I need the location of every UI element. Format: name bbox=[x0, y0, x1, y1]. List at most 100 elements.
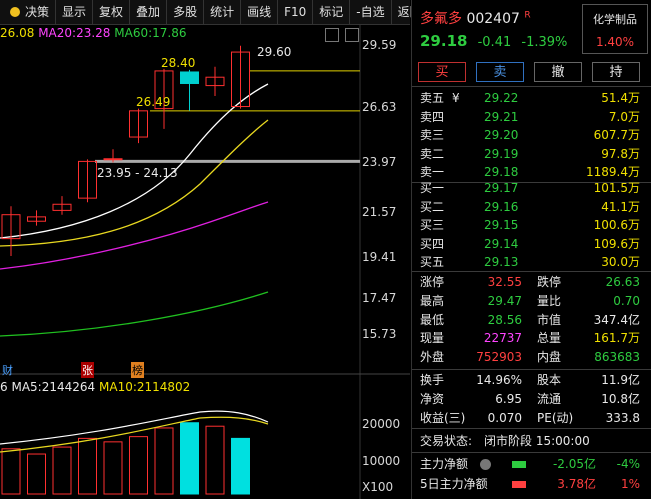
bid-label: 买二 bbox=[420, 199, 445, 214]
toolbar-f10[interactable]: F10 bbox=[278, 0, 314, 24]
volume-bar bbox=[1, 448, 21, 495]
stat-value: 6.95 bbox=[495, 391, 522, 406]
flow-label: 主力净额 bbox=[420, 457, 469, 471]
cancel-button[interactable]: 撤 bbox=[534, 62, 582, 82]
toolbar-multi-stock[interactable]: 多股 bbox=[167, 0, 205, 24]
ranking-marker[interactable]: 榜 bbox=[131, 362, 144, 378]
info-icon[interactable] bbox=[480, 459, 491, 470]
window-icon[interactable] bbox=[345, 28, 359, 42]
stat-row: 收益(三) 0.070 PE(动) 333.8 bbox=[412, 409, 651, 428]
toolbar-overlay[interactable]: 叠加 bbox=[130, 0, 168, 24]
volume-bar bbox=[27, 453, 46, 495]
flow-bar bbox=[512, 461, 526, 468]
volume-bar bbox=[180, 422, 199, 495]
volume-bar bbox=[205, 425, 225, 495]
stat-value: 11.9亿 bbox=[601, 373, 640, 387]
bid-volume: 30.0万 bbox=[601, 255, 640, 269]
vol-ma10-value: 2114802 bbox=[136, 380, 191, 394]
stat-label: PE(动) bbox=[537, 410, 574, 425]
bid-row[interactable]: 买四 29.14 109.6万 bbox=[412, 235, 651, 254]
stat-label: 流通 bbox=[537, 391, 562, 406]
y-tick: 21.57 bbox=[362, 205, 397, 219]
limit-up-marker[interactable]: 张 bbox=[81, 362, 94, 378]
lightbulb-icon bbox=[10, 7, 20, 17]
stat-value: 0.70 bbox=[613, 293, 640, 308]
ask-row[interactable]: 卖二 29.19 97.8万 bbox=[412, 145, 651, 164]
stat-row: 最高 29.47 量比 0.70 bbox=[412, 292, 651, 311]
stat-label: 换手 bbox=[420, 373, 445, 387]
ask-volume: 51.4万 bbox=[601, 91, 640, 105]
divider bbox=[412, 428, 651, 429]
toolbar-restore-rights[interactable]: 复权 bbox=[93, 0, 131, 24]
stat-label: 市值 bbox=[537, 312, 562, 327]
last-price: 29.18 bbox=[420, 32, 468, 50]
flow-value: -2.05亿 bbox=[552, 457, 596, 471]
ask-row[interactable]: 卖五 ¥29.22 51.4万 bbox=[412, 89, 651, 108]
stat-label: 最高 bbox=[420, 293, 445, 308]
stat-value: 333.8 bbox=[605, 410, 640, 425]
toolbar-draw[interactable]: 画线 bbox=[241, 0, 279, 24]
sell-button[interactable]: 卖 bbox=[476, 62, 524, 82]
bid-row[interactable]: 买一 29.17 101.5万 bbox=[412, 179, 651, 198]
y-tick: 17.47 bbox=[362, 291, 397, 305]
range-annotation: 23.95 - 24.13 bbox=[97, 166, 178, 180]
stat-label: 总量 bbox=[537, 331, 562, 346]
buy-button[interactable]: 买 bbox=[418, 62, 466, 82]
currency-symbol: ¥ bbox=[452, 91, 460, 105]
vol-ma5-line bbox=[0, 410, 269, 445]
flow-pct: -4% bbox=[616, 457, 640, 471]
stat-value: 347.4亿 bbox=[593, 312, 640, 327]
toolbar-display[interactable]: 显示 bbox=[56, 0, 94, 24]
toolbar-statistics[interactable]: 统计 bbox=[204, 0, 242, 24]
stat-label: 股本 bbox=[537, 373, 562, 387]
ma-legend: 26.08 MA20:23.28 MA60:17.86 bbox=[0, 24, 186, 42]
vol-unit: X100 bbox=[362, 480, 394, 494]
divider bbox=[412, 452, 651, 453]
hold-button[interactable]: 持 bbox=[592, 62, 640, 82]
bid-price: 29.15 bbox=[484, 218, 519, 232]
candle-body bbox=[180, 71, 199, 84]
sector-name: 化学制品 bbox=[593, 13, 637, 26]
bid-label: 买五 bbox=[420, 255, 445, 269]
ask-row[interactable]: 卖四 29.21 7.0万 bbox=[412, 108, 651, 127]
kline-chart[interactable] bbox=[0, 24, 410, 499]
volume-bar bbox=[231, 437, 250, 495]
toolbar-mark[interactable]: 标记 bbox=[313, 0, 351, 24]
vol-legend: 6 MA5:2144264 MA10:2114802 bbox=[0, 380, 190, 394]
bid-price: 29.13 bbox=[484, 255, 519, 269]
sector-box[interactable]: 化学制品 1.40% bbox=[582, 4, 648, 54]
settings-icon[interactable] bbox=[325, 28, 339, 42]
y-tick: 19.41 bbox=[362, 250, 397, 264]
bid-row[interactable]: 买二 29.16 41.1万 bbox=[412, 198, 651, 217]
stat-label: 最低 bbox=[420, 312, 445, 327]
vol-ma10-label: MA10: bbox=[99, 380, 137, 394]
candle-body bbox=[103, 158, 123, 161]
volume-bar bbox=[78, 437, 97, 495]
ask-label: 卖二 bbox=[420, 146, 445, 161]
bid-row[interactable]: 买三 29.15 100.6万 bbox=[412, 216, 651, 235]
toolbar: 决策 显示 复权 叠加 多股 统计 画线 F10 标记 -自选 返回 bbox=[0, 0, 422, 25]
stock-header: 多氟多 002407 R bbox=[420, 8, 531, 28]
vol-prefix: 6 bbox=[0, 380, 8, 394]
finance-marker[interactable]: 财 bbox=[2, 362, 13, 378]
price-change: -0.41 bbox=[477, 35, 512, 50]
stat-label: 外盘 bbox=[420, 350, 445, 365]
stat-label: 现量 bbox=[420, 331, 445, 346]
y-tick: 29.59 bbox=[362, 38, 397, 52]
stat-value: 32.55 bbox=[487, 275, 522, 289]
vol-ma5-label: MA5: bbox=[11, 380, 42, 394]
y-tick: 15.73 bbox=[362, 327, 397, 341]
ask-volume: 7.0万 bbox=[608, 109, 640, 124]
high-annotation: 29.60 bbox=[257, 45, 292, 59]
divider bbox=[412, 86, 651, 87]
toolbar-decision[interactable]: 决策 bbox=[0, 0, 57, 24]
trade-status-value: 闭市阶段 15:00:00 bbox=[484, 434, 590, 448]
ask-row[interactable]: 卖三 29.20 607.7万 bbox=[412, 126, 651, 145]
ask-label: 卖三 bbox=[420, 128, 445, 142]
vol-ma5-value: 2144264 bbox=[41, 380, 96, 394]
bid-row[interactable]: 买五 29.13 30.0万 bbox=[412, 253, 651, 272]
stat-value: 161.7万 bbox=[593, 331, 640, 346]
ask-label: 卖四 bbox=[420, 109, 445, 124]
flow-bar bbox=[512, 481, 526, 488]
vol-tick: 10000 bbox=[362, 454, 401, 468]
